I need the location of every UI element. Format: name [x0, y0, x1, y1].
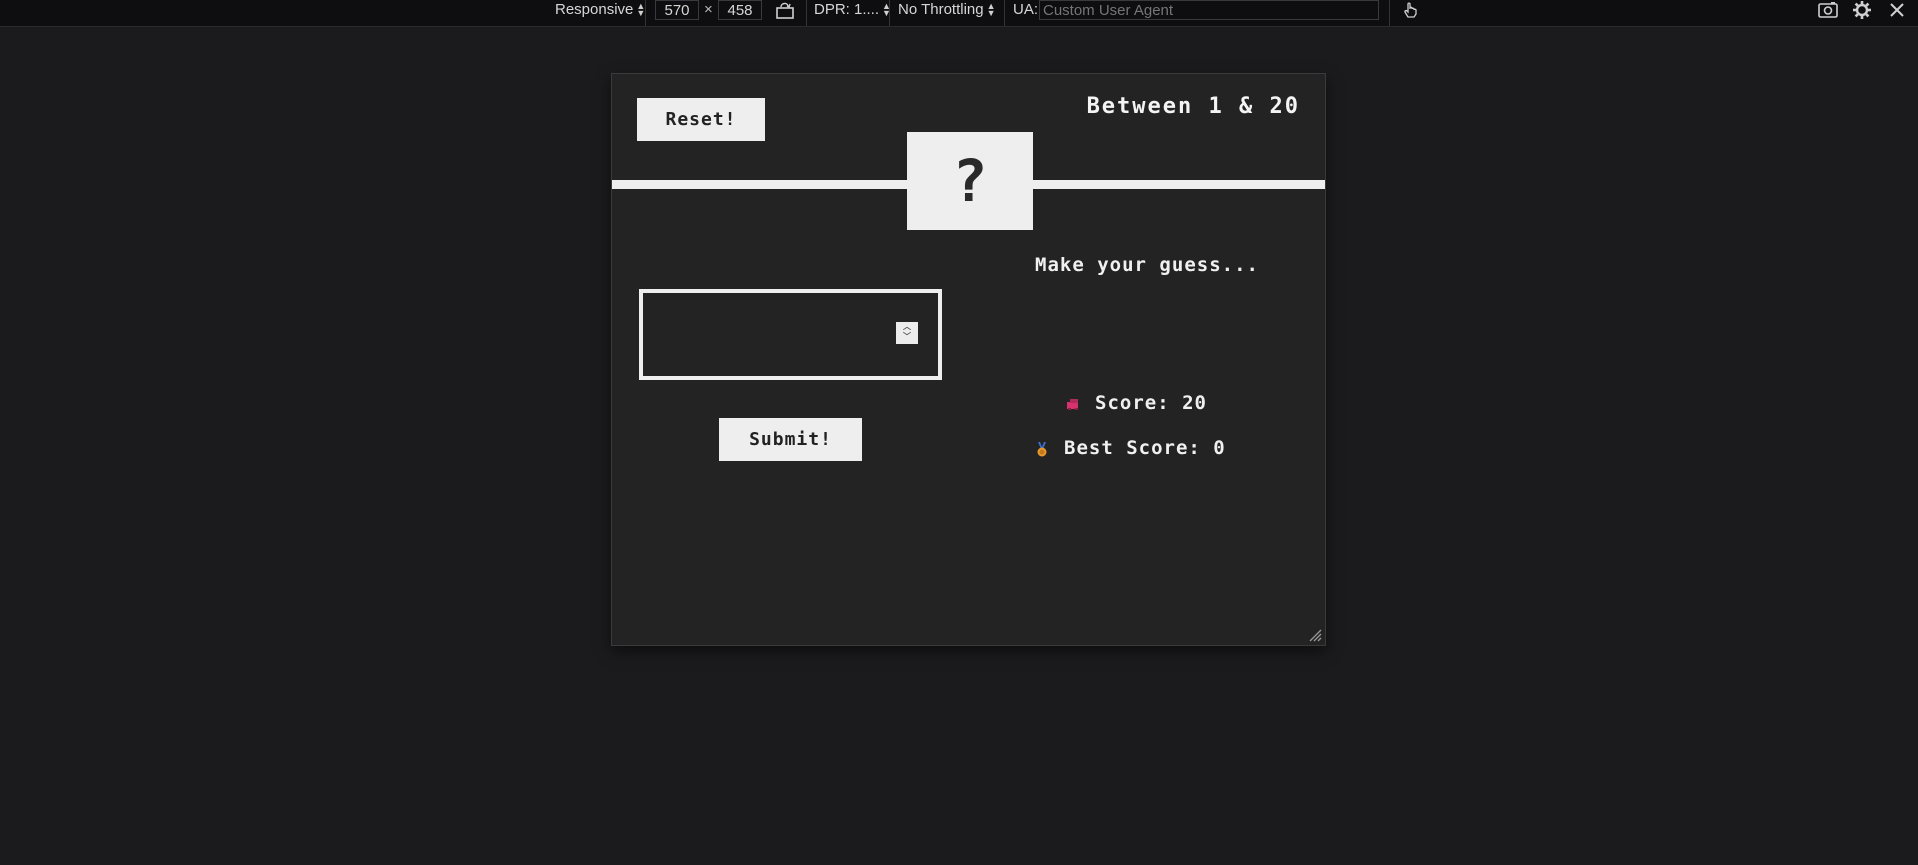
responsive-viewport: Reset! Between 1 & 20 ? Make your guess.…	[611, 73, 1326, 646]
range-title: Between 1 & 20	[1086, 94, 1300, 119]
devtools-toolbar: Responsive ▲ ▼ 570 × 458 DPR: 1.... ▲ ▼ No T…	[0, 0, 1918, 27]
best-score-label: Best Score: 0	[1064, 437, 1226, 459]
guess-input[interactable]: ︿ ﹀	[639, 289, 942, 380]
score-row: Score: 20	[1065, 392, 1207, 414]
touch-icon	[1404, 2, 1417, 18]
rotate-viewport-button[interactable]	[775, 0, 795, 26]
screenshot-button[interactable]	[1817, 0, 1839, 26]
spin-up-icon: ︿	[903, 322, 911, 331]
medal-icon	[1037, 441, 1047, 456]
viewport-width-input[interactable]: 570	[655, 0, 699, 20]
reset-button[interactable]: Reset!	[637, 98, 765, 141]
score-label: Score: 20	[1095, 392, 1207, 414]
dpr-select-label: DPR: 1....	[814, 1, 880, 18]
number-spinner[interactable]: ︿ ﹀	[896, 322, 918, 344]
toolbar-separator	[1004, 0, 1005, 26]
score-icon	[1067, 398, 1078, 410]
camera-icon	[1818, 2, 1838, 18]
device-select-label: Responsive	[555, 1, 634, 18]
device-select[interactable]: Responsive ▲ ▼	[555, 0, 645, 26]
viewport-height-input[interactable]: 458	[718, 0, 762, 20]
dpr-select[interactable]: DPR: 1.... ▲ ▼	[814, 0, 891, 26]
guess-message: Make your guess...	[1035, 254, 1259, 276]
throttling-select[interactable]: No Throttling ▲ ▼	[898, 0, 996, 26]
gear-icon	[1853, 1, 1871, 19]
throttling-select-label: No Throttling	[898, 1, 984, 18]
select-arrows-icon: ▲ ▼	[986, 1, 996, 19]
toolbar-separator	[806, 0, 807, 26]
spin-down-icon: ﹀	[903, 332, 911, 341]
submit-button[interactable]: Submit!	[719, 418, 862, 461]
dimension-separator: ×	[704, 1, 713, 18]
close-button[interactable]	[1888, 0, 1906, 26]
toolbar-separator	[889, 0, 890, 26]
resize-handle-icon[interactable]	[1308, 628, 1322, 642]
touch-toggle-button[interactable]	[1400, 0, 1420, 26]
toolbar-separator	[645, 0, 646, 26]
user-agent-input[interactable]	[1039, 0, 1379, 20]
toolbar-separator	[1389, 0, 1390, 26]
rotate-viewport-icon	[776, 2, 794, 19]
secret-number-box: ?	[907, 132, 1033, 230]
ua-label: UA:	[1013, 1, 1039, 18]
settings-button[interactable]	[1852, 0, 1872, 26]
best-score-row: Best Score: 0	[1034, 437, 1226, 459]
select-arrows-icon: ▲ ▼	[636, 1, 646, 19]
close-icon	[1890, 3, 1904, 17]
